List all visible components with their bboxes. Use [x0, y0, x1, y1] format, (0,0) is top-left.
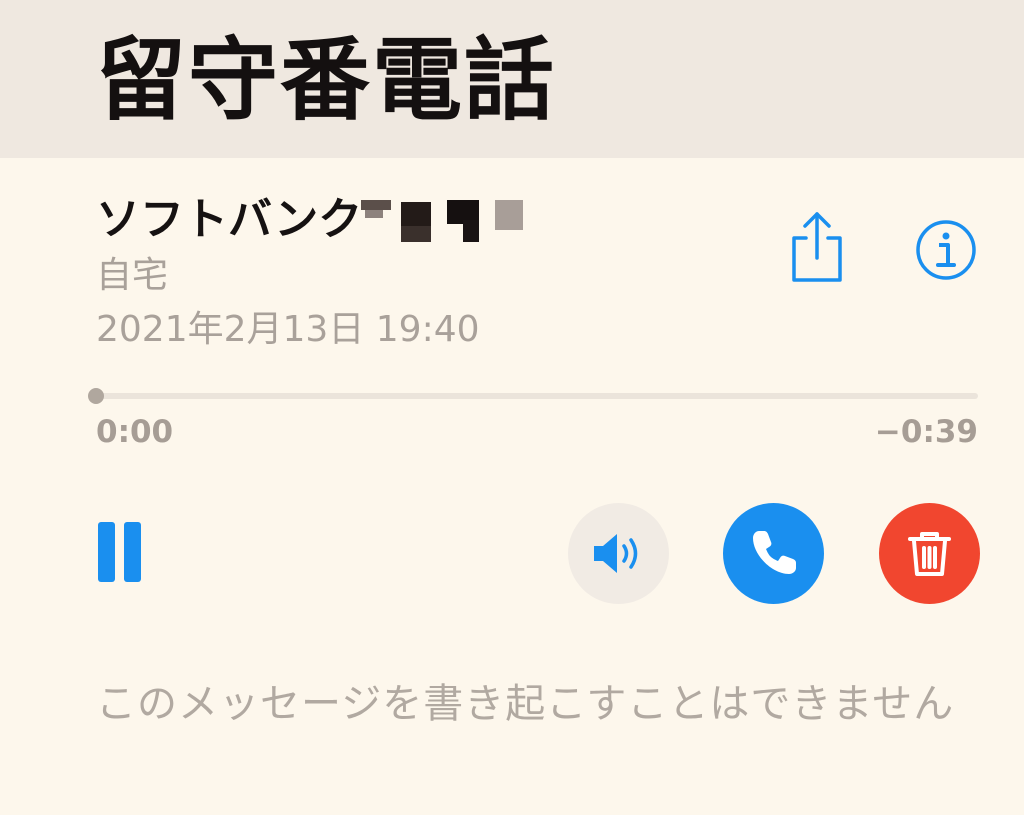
- playback-scrubber[interactable]: [88, 388, 978, 404]
- elapsed-time: 0:00: [96, 414, 174, 450]
- info-circle-icon: [916, 220, 976, 280]
- playback-scrubber-handle[interactable]: [88, 388, 104, 404]
- call-back-button[interactable]: [723, 503, 824, 604]
- header-bar: 留守番電話: [0, 0, 1024, 158]
- caller-name: ソフトバンク: [96, 194, 363, 245]
- speaker-button[interactable]: [568, 503, 669, 604]
- pause-button[interactable]: [98, 522, 146, 584]
- transcription-message: このメッセージを書き起こすことはできません: [96, 681, 955, 727]
- page-title: 留守番電話: [96, 28, 556, 133]
- redacted-caller-detail: [355, 196, 525, 244]
- remaining-time: −0:39: [874, 414, 978, 450]
- pause-icon: [124, 522, 141, 582]
- voicemail-timestamp: 2021年2月13日 19:40: [96, 309, 480, 350]
- pause-icon: [98, 522, 115, 582]
- info-button[interactable]: [914, 218, 978, 282]
- trash-icon: [908, 532, 951, 576]
- share-button[interactable]: [786, 210, 848, 284]
- speaker-icon: [594, 534, 638, 573]
- phone-icon: [753, 531, 796, 574]
- caller-label: 自宅: [96, 255, 169, 296]
- delete-button[interactable]: [879, 503, 980, 604]
- share-icon: [792, 212, 842, 282]
